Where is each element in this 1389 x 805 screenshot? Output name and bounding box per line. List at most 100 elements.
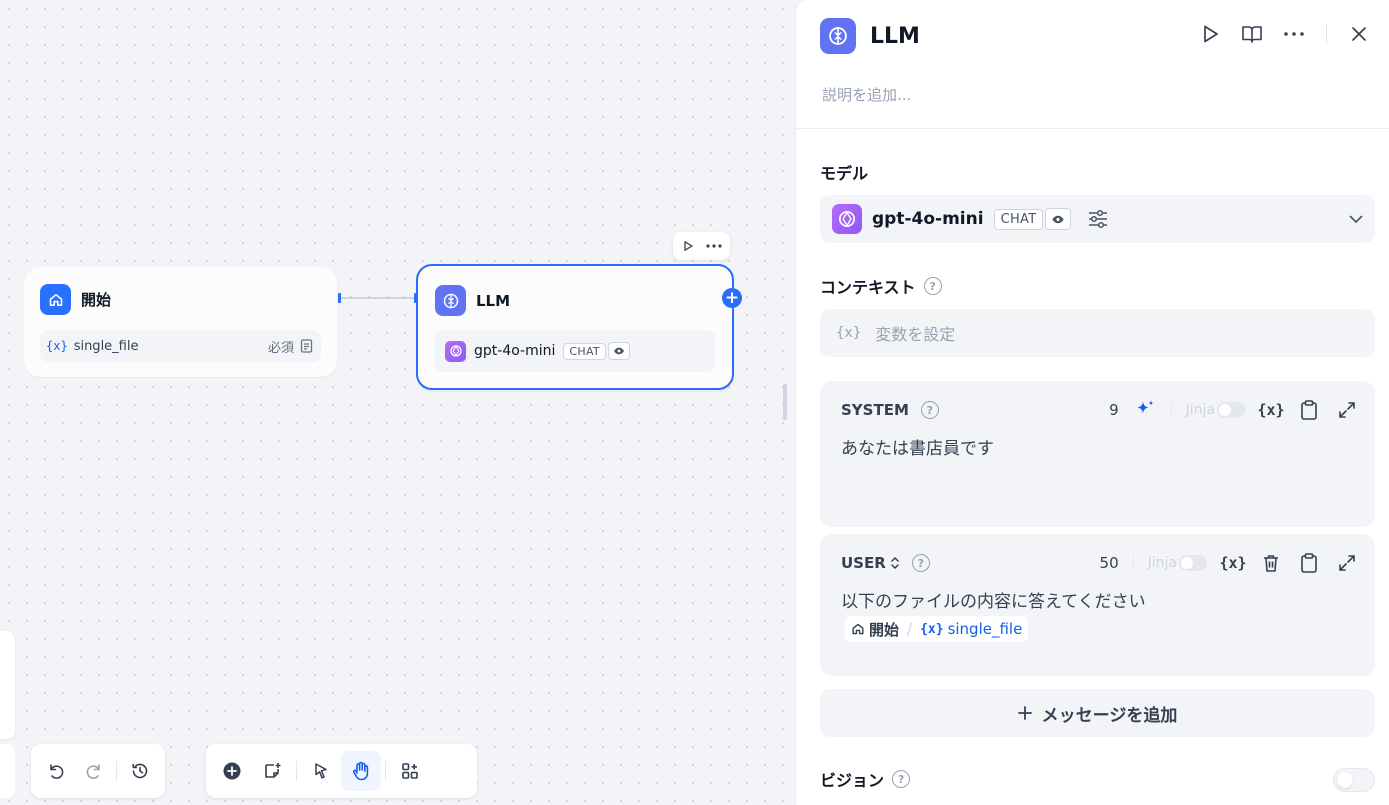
llm-node-title: LLM xyxy=(476,291,511,310)
user-prompt-editor[interactable]: USER ? 50 Jinja {x} 以下のファイルの内容に答えてください 開… xyxy=(820,534,1375,676)
panel-divider xyxy=(796,128,1389,129)
role-name: USER xyxy=(841,554,886,572)
start-output-handle[interactable] xyxy=(338,293,341,303)
jinja-toggle[interactable]: Jinja xyxy=(1148,555,1207,571)
start-variable-row[interactable]: {x} single_file 必須 xyxy=(40,330,321,362)
model-params-icon[interactable] xyxy=(1087,209,1109,229)
start-node-title: 開始 xyxy=(81,291,112,309)
close-icon xyxy=(1352,27,1366,41)
pointer-mode-button[interactable] xyxy=(301,751,341,791)
edge-start-to-llm xyxy=(341,297,417,299)
run-step-button[interactable] xyxy=(1198,22,1222,46)
clipboard-icon[interactable] xyxy=(1297,398,1321,422)
context-variable-input[interactable]: {x} 変数を設定 xyxy=(820,309,1375,357)
reference-node-name: 開始 xyxy=(869,620,900,639)
help-icon[interactable]: ? xyxy=(892,770,911,788)
header-divider xyxy=(1326,24,1327,44)
llm-node[interactable]: LLM gpt-4o-mini CHAT xyxy=(416,264,734,390)
vision-eye-icon xyxy=(1045,208,1072,230)
context-placeholder: 変数を設定 xyxy=(875,325,956,344)
version-history-button[interactable] xyxy=(121,751,159,791)
expand-icon[interactable] xyxy=(1335,551,1359,575)
system-role-label: SYSTEM ? xyxy=(841,401,939,419)
add-note-button[interactable] xyxy=(252,751,292,791)
model-label: モデル xyxy=(820,164,869,183)
cursor-icon xyxy=(315,763,327,779)
help-icon[interactable]: ? xyxy=(911,554,930,572)
more-icon[interactable] xyxy=(705,244,722,248)
add-message-label: メッセージを追加 xyxy=(1041,705,1178,726)
chat-badge: CHAT xyxy=(563,342,606,360)
vision-switch[interactable] xyxy=(1333,768,1375,792)
system-prompt-editor[interactable]: SYSTEM ? 9 Jinja {x} あなたは書店員です xyxy=(820,381,1375,527)
help-docs-button[interactable] xyxy=(1240,22,1264,46)
description-input[interactable]: 説明を追加... xyxy=(822,84,911,105)
plus-circle-icon xyxy=(223,762,241,780)
role-name: SYSTEM xyxy=(841,401,909,419)
jinja-switch[interactable] xyxy=(1217,402,1245,418)
run-node-icon[interactable] xyxy=(682,240,694,252)
expand-icon[interactable] xyxy=(1335,398,1359,422)
model-name: gpt-4o-mini xyxy=(872,209,984,229)
add-node-button[interactable] xyxy=(212,751,252,791)
redo-icon xyxy=(86,764,100,779)
panel-resize-handle[interactable] xyxy=(783,384,787,420)
variable-reference-chip[interactable]: 開始 / {x} single_file xyxy=(845,616,1029,642)
required-label: 必須 xyxy=(267,340,294,356)
history-icon xyxy=(132,763,148,779)
note-add-icon xyxy=(265,763,281,778)
plus-icon xyxy=(1017,706,1032,720)
start-node-header: 開始 xyxy=(40,284,111,315)
jinja-switch[interactable] xyxy=(1179,555,1207,571)
chevron-down-icon xyxy=(1349,215,1363,223)
help-icon[interactable]: ? xyxy=(923,277,942,295)
vision-label: ビジョン xyxy=(820,771,885,790)
model-section-label: モデル xyxy=(820,160,868,184)
toolbar-divider xyxy=(116,761,118,781)
more-icon xyxy=(1284,32,1304,36)
insert-variable-icon[interactable]: {x} xyxy=(1219,551,1246,575)
sparkle-icon[interactable] xyxy=(1133,398,1157,422)
organize-blocks-button[interactable] xyxy=(390,751,430,791)
trash-icon[interactable] xyxy=(1259,551,1283,575)
start-node[interactable]: 開始 {x} single_file 必須 xyxy=(24,267,337,377)
vision-section-label: ビジョン ? xyxy=(820,767,911,791)
model-selector[interactable]: gpt-4o-mini CHAT xyxy=(820,195,1375,243)
help-icon[interactable]: ? xyxy=(920,401,939,419)
toolbar-divider xyxy=(296,761,297,781)
clipboard-icon[interactable] xyxy=(1297,551,1321,575)
canvas-toolbar xyxy=(206,744,477,798)
close-panel-button[interactable] xyxy=(1347,22,1371,46)
undo-button[interactable] xyxy=(37,751,75,791)
reference-separator: / xyxy=(907,620,913,638)
add-next-node-button[interactable]: + xyxy=(722,288,742,308)
tools-divider xyxy=(1132,555,1134,571)
hand-mode-button[interactable] xyxy=(341,751,381,791)
history-toolbar xyxy=(31,744,165,798)
panel-title[interactable]: LLM xyxy=(870,24,920,49)
chevron-up-down-icon xyxy=(891,557,899,569)
openai-icon xyxy=(832,204,862,234)
user-prompt-text[interactable]: 以下のファイルの内容に答えてください xyxy=(841,587,1146,612)
more-options-button[interactable] xyxy=(1282,22,1306,46)
node-settings-panel: LLM 説明を追加... モデル gpt-4o-mini CHAT コンテキスト… xyxy=(795,0,1389,805)
system-prompt-header: SYSTEM ? 9 Jinja {x} xyxy=(841,398,1359,422)
jinja-toggle[interactable]: Jinja xyxy=(1186,402,1245,418)
variable-icon: {x} xyxy=(46,339,68,353)
workflow-canvas[interactable]: 開始 {x} single_file 必須 LLM gpt-4o-mini CH… xyxy=(0,0,795,805)
llm-node-model: gpt-4o-mini CHAT xyxy=(435,330,715,372)
redo-button[interactable] xyxy=(75,751,113,791)
toolbar-divider xyxy=(385,761,386,781)
system-prompt-text[interactable]: あなたは書店員です xyxy=(841,434,994,459)
play-icon xyxy=(1204,25,1218,43)
zoom-control-edge[interactable] xyxy=(0,744,15,798)
token-count: 9 xyxy=(1109,401,1119,419)
book-open-icon xyxy=(1242,26,1262,43)
hand-icon xyxy=(352,761,369,781)
user-role-selector[interactable]: USER ? xyxy=(841,554,930,572)
insert-variable-icon[interactable]: {x} xyxy=(1257,398,1284,422)
panel-actions xyxy=(1198,22,1371,46)
user-prompt-tools: 50 Jinja {x} xyxy=(1100,551,1359,575)
add-message-button[interactable]: メッセージを追加 xyxy=(820,689,1375,737)
home-icon xyxy=(852,623,864,635)
